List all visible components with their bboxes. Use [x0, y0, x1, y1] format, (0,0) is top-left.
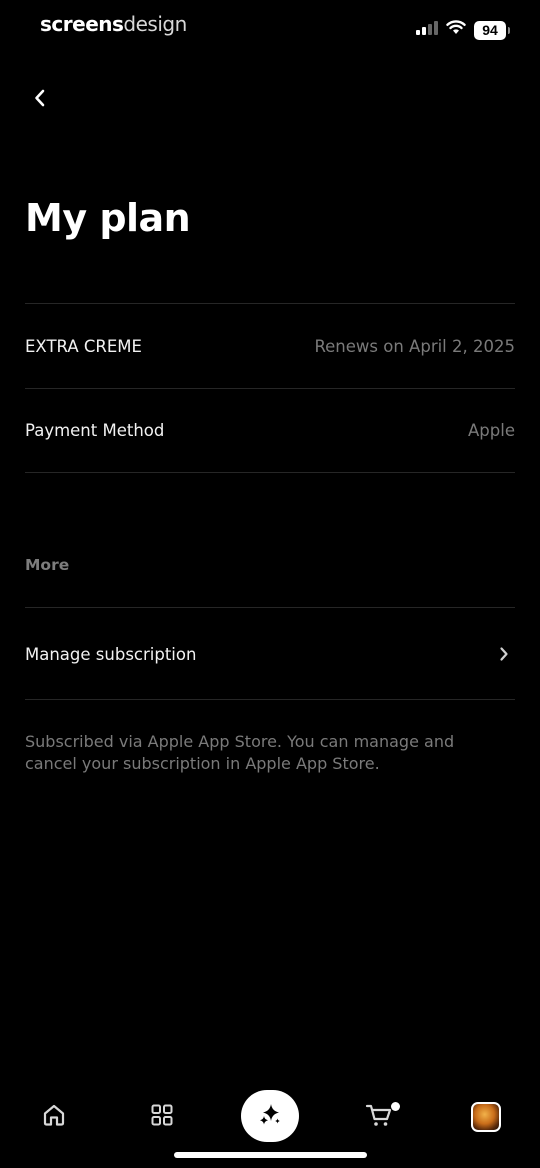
payment-method-label: Payment Method — [25, 420, 165, 440]
brand-watermark: screensdesign — [40, 12, 187, 36]
status-icons: 94 — [416, 20, 510, 40]
section-label-more: More — [25, 556, 70, 574]
tab-home[interactable] — [28, 1086, 80, 1148]
plan-name: EXTRA CREME — [25, 336, 142, 356]
avatar — [471, 1102, 501, 1132]
tab-discover[interactable] — [241, 1090, 299, 1142]
wifi-icon — [446, 20, 466, 40]
bottom-tab-bar — [0, 1086, 540, 1148]
divider — [25, 388, 515, 389]
payment-method-row: Payment Method Apple — [25, 414, 515, 446]
plan-renewal-date: Renews on April 2, 2025 — [314, 336, 515, 356]
tab-profile[interactable] — [460, 1086, 512, 1148]
tab-catalog[interactable] — [136, 1086, 188, 1148]
home-icon — [41, 1102, 67, 1133]
back-button[interactable] — [24, 84, 56, 116]
brand-thin: design — [123, 12, 187, 36]
status-bar: screensdesign 94 — [0, 0, 540, 50]
brand-bold: screens — [40, 12, 124, 36]
page-title: My plan — [25, 196, 191, 240]
subscription-footnote: Subscribed via Apple App Store. You can … — [25, 732, 455, 773]
grid-icon — [149, 1102, 175, 1133]
manage-subscription-label: Manage subscription — [25, 644, 197, 664]
cart-badge-dot — [391, 1102, 400, 1111]
sparkle-icon — [256, 1100, 284, 1133]
signal-icon — [416, 20, 438, 40]
chevron-right-icon — [489, 644, 509, 664]
chevron-left-icon — [33, 88, 47, 113]
divider — [25, 607, 515, 608]
home-indicator — [174, 1152, 367, 1158]
divider — [25, 303, 515, 304]
manage-subscription-row[interactable]: Manage subscription — [25, 636, 515, 672]
payment-method-value: Apple — [468, 420, 515, 440]
divider — [25, 472, 515, 473]
tab-cart[interactable] — [354, 1086, 406, 1148]
plan-row: EXTRA CREME Renews on April 2, 2025 — [25, 330, 515, 362]
divider — [25, 699, 515, 700]
battery-indicator: 94 — [474, 20, 510, 40]
